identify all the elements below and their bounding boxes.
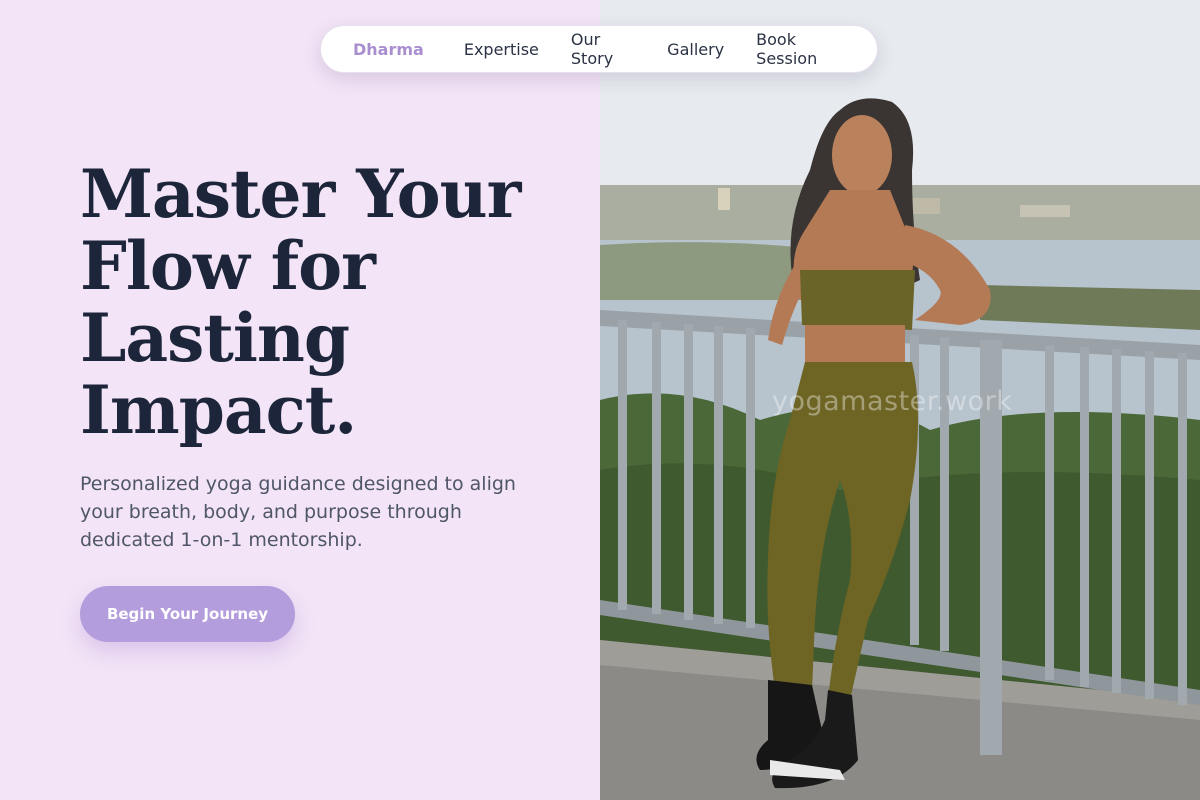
hero-title-line-4: Impact. <box>80 371 357 449</box>
hero-photo: yogamaster.work <box>600 0 1200 800</box>
hero-subtitle-line-1: Personalized yoga guidance designed to a… <box>80 473 516 495</box>
nav-link-book-session[interactable]: Book Session <box>756 30 845 68</box>
nav-link-our-story[interactable]: Our Story <box>571 30 635 68</box>
hero-subtitle-line-2: your breath, body, and purpose through <box>80 501 462 523</box>
hero-title-line-2: Flow for <box>80 227 376 305</box>
nav-link-gallery[interactable]: Gallery <box>667 40 724 59</box>
hero-photo-illustration <box>600 0 1200 800</box>
hero-subtitle: Personalized yoga guidance designed to a… <box>80 470 540 554</box>
top-navigation: Dharma Expertise Our Story Gallery Book … <box>320 25 878 73</box>
hero-title-line-1: Master Your <box>80 155 521 233</box>
hero-subtitle-line-3: dedicated 1-on-1 mentorship. <box>80 529 363 551</box>
begin-journey-button[interactable]: Begin Your Journey <box>80 586 295 642</box>
brand-logo[interactable]: Dharma <box>353 40 424 59</box>
nav-link-expertise[interactable]: Expertise <box>464 40 539 59</box>
hero-title-line-3: Lasting <box>80 299 350 377</box>
hero-title: Master Your Flow for Lasting Impact. <box>80 158 580 446</box>
